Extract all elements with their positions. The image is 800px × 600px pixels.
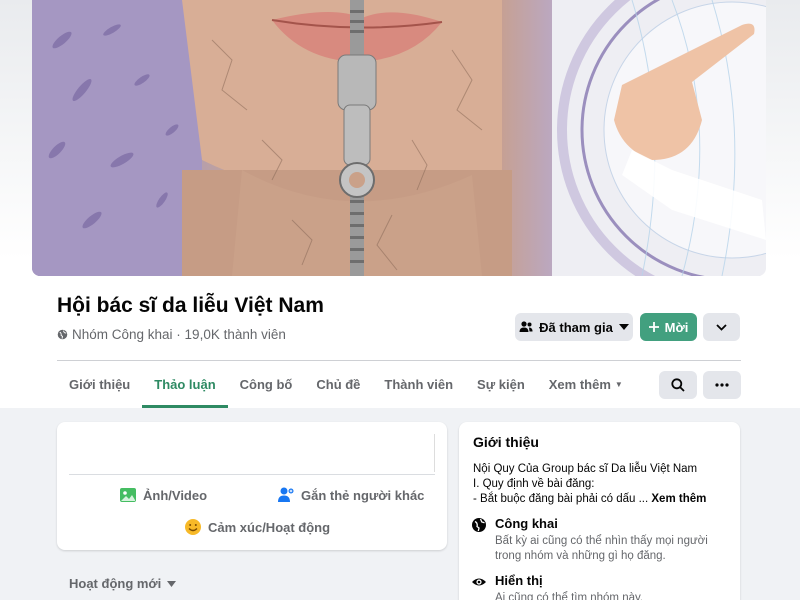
group-meta-text: Nhóm Công khai · 19,0K thành viên [72,327,286,342]
search-button[interactable] [659,371,697,399]
photo-video-button[interactable]: Ảnh/Video [119,486,207,504]
about-line-2: I. Quy định về bài đăng: [473,478,595,490]
cover-photo[interactable] [32,0,766,276]
feed-sort-label: Hoạt động mới [69,576,162,591]
tab-members[interactable]: Thành viên [372,361,465,408]
group-meta: Nhóm Công khai · 19,0K thành viên [57,327,286,342]
globe-icon [472,518,486,532]
about-description: Nội Quy Của Group bác sĩ Da liễu Việt Na… [473,462,735,507]
caret-down-icon [618,324,629,330]
eye-icon [472,578,486,586]
about-card: Giới thiệu Nội Quy Của Group bác sĩ Da l… [459,422,740,600]
joined-button[interactable]: Đã tham gia [515,313,633,341]
tab-events[interactable]: Sự kiện [465,361,537,408]
plus-icon [648,322,659,332]
composer-input[interactable] [69,434,435,472]
people-icon [519,321,533,332]
tab-discussion[interactable]: Thảo luận [142,361,229,408]
invite-button[interactable]: Mời [640,313,697,341]
smiley-icon [185,519,201,535]
joined-label: Đã tham gia [539,319,613,335]
photo-video-label: Ảnh/Video [143,487,208,503]
about-line-3-row: - Bắt buộc đăng bài phải có dấu ... Xem … [473,492,735,507]
group-name[interactable]: Hội bác sĩ da liễu Việt Nam [57,294,324,318]
invite-label: Mời [664,319,689,335]
tab-see-more[interactable]: Xem thêm ▼ [537,361,635,408]
caret-down-icon [167,580,177,587]
tab-announcements[interactable]: Công bố [228,361,305,408]
chevron-down-icon [716,323,727,331]
feeling-activity-button[interactable]: Cảm xúc/Hoạt động [184,518,330,536]
more-options-button[interactable] [703,313,740,341]
privacy-title: Công khai [495,516,558,531]
photo-icon [120,488,136,502]
visibility-info: Hiển thị Ai cũng có thể tìm nhóm này. [471,573,723,600]
about-title: Giới thiệu [473,434,539,450]
tab-see-more-label: Xem thêm [548,377,611,392]
privacy-description: Bất kỳ ai cũng có thể nhìn thấy mọi ngườ… [495,535,708,562]
more-dots-icon [715,383,729,387]
visibility-description: Ai cũng có thể tìm nhóm này. [495,592,644,600]
caret-down-icon: ▼ [614,380,623,389]
globe-icon [57,329,68,340]
more-actions-button[interactable] [703,371,741,399]
tag-people-icon [278,487,294,502]
visibility-title: Hiển thị [495,573,543,588]
see-more-link[interactable]: Xem thêm [651,493,706,505]
tag-people-label: Gắn thẻ người khác [301,487,425,503]
cover-illustration [32,0,766,276]
tag-people-button[interactable]: Gắn thẻ người khác [277,486,424,504]
feeling-activity-label: Cảm xúc/Hoạt động [208,519,331,535]
post-composer: Ảnh/Video Gắn thẻ người khác Cảm xúc/Hoạ… [57,422,447,550]
search-icon [671,378,685,392]
composer-divider [69,474,435,475]
tab-topics[interactable]: Chủ đề [304,361,372,408]
about-line-3: - Bắt buộc đăng bài phải có dấu ... [473,493,649,505]
group-tabs: Giới thiệu Thảo luận Công bố Chủ đề Thàn… [57,361,635,408]
about-line-1: Nội Quy Của Group bác sĩ Da liễu Việt Na… [473,463,698,475]
feed-sort-dropdown[interactable]: Hoạt động mới [69,576,177,591]
privacy-info: Công khai Bất kỳ ai cũng có thể nhìn thấ… [471,516,723,564]
tab-about[interactable]: Giới thiệu [57,361,142,408]
